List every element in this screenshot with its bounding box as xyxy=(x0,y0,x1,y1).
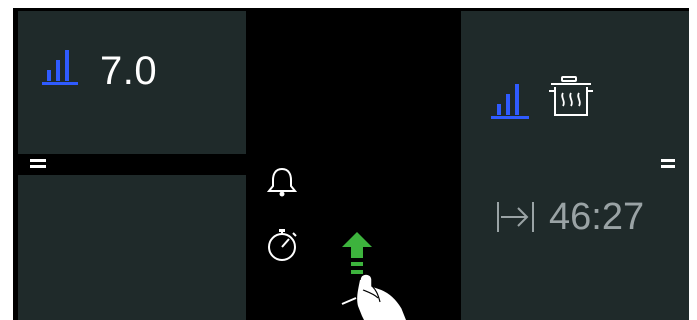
zone-rear-left[interactable] xyxy=(18,175,246,320)
menu-handle-left[interactable] xyxy=(30,158,46,170)
touch-hand-icon xyxy=(341,273,408,320)
timer-arrow-icon xyxy=(497,202,534,232)
pot-steam-icon xyxy=(549,76,593,116)
cooking-time-value: 46:27 xyxy=(549,196,645,238)
menu-handle-right[interactable] xyxy=(661,158,675,170)
zone-front-left[interactable]: 7.0 xyxy=(18,11,246,154)
power-level-value: 7.0 xyxy=(100,49,158,93)
power-bars-icon xyxy=(42,50,78,85)
power-bars-icon xyxy=(491,84,529,119)
zone-right[interactable]: 46:27 xyxy=(461,11,689,320)
bell-icon[interactable] xyxy=(265,166,299,198)
stopwatch-icon[interactable] xyxy=(266,227,300,263)
cooktop-display: 7.0 46:27 xyxy=(13,8,689,320)
